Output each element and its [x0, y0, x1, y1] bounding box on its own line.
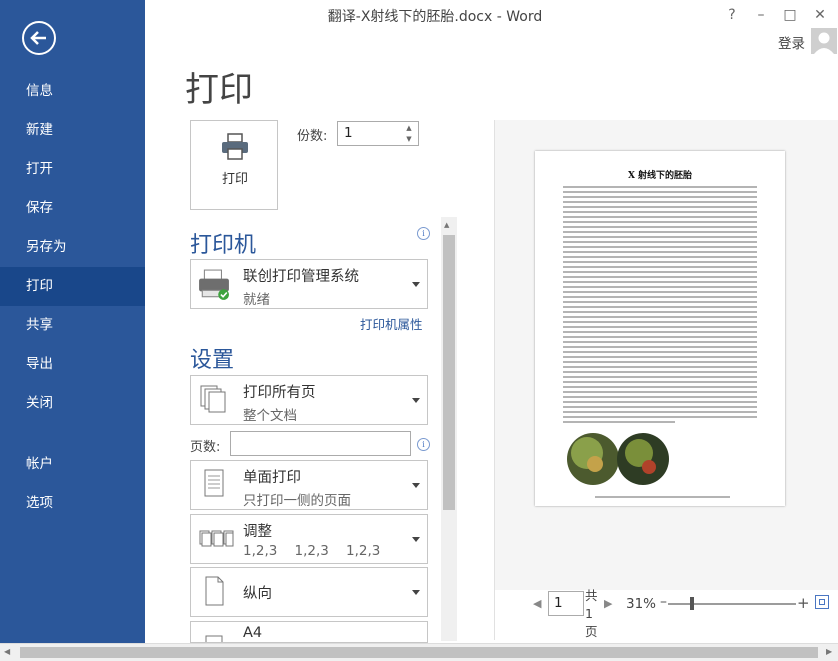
page-total: 共 1 页 [585, 588, 598, 639]
nav-open[interactable]: 打开 [0, 150, 145, 189]
paper-icon [205, 635, 223, 642]
arrow-left-icon [30, 31, 46, 45]
single-page-icon [204, 469, 224, 497]
nav-save[interactable]: 保存 [0, 189, 145, 228]
printer-status: 就绪 [243, 292, 270, 308]
scrollbar-thumb[interactable] [20, 647, 818, 658]
pages-label: 页数: [190, 440, 221, 455]
collate-title: 调整 [243, 524, 272, 540]
horizontal-scrollbar[interactable]: ◀ ▶ [0, 643, 838, 661]
print-button[interactable]: 打印 [190, 120, 278, 210]
zoom-slider[interactable] [668, 603, 796, 605]
spin-up-icon[interactable]: ▲ [403, 123, 415, 133]
scroll-left-icon[interactable]: ◀ [4, 647, 10, 656]
login-link[interactable]: 登录 [778, 32, 805, 52]
print-button-label: 打印 [221, 172, 248, 187]
page-number-input[interactable]: 1 [548, 591, 584, 616]
next-page-icon[interactable]: ▶ [604, 597, 612, 610]
nav-info[interactable]: 信息 [0, 72, 145, 111]
scroll-up-icon[interactable]: ▲ [444, 221, 449, 229]
nav-save-as[interactable]: 另存为 [0, 228, 145, 267]
pages-icon [200, 385, 226, 413]
scroll-right-icon[interactable]: ▶ [826, 647, 832, 656]
portrait-icon [205, 576, 224, 606]
chevron-down-icon [412, 483, 420, 488]
printer-dropdown[interactable]: 联创打印管理系统 就绪 [190, 259, 428, 309]
minimize-button[interactable]: – [749, 4, 773, 26]
paper-size-dropdown[interactable]: A4 [190, 621, 428, 643]
printer-device-icon [199, 269, 229, 300]
chevron-down-icon [412, 537, 420, 542]
zoom-level[interactable]: 31% [626, 596, 656, 612]
collate-subtitle: 1,2,3 1,2,3 1,2,3 [243, 543, 381, 559]
current-page: 1 [554, 595, 563, 611]
collate-icon [199, 530, 234, 547]
close-button[interactable]: ✕ [808, 4, 832, 26]
printer-name: 联创打印管理系统 [243, 269, 359, 285]
page-title: 打印 [185, 70, 253, 110]
copies-stepper[interactable]: 1 ▲ ▼ [337, 121, 419, 146]
printer-icon [222, 133, 248, 160]
maximize-button[interactable]: □ [778, 4, 802, 26]
copies-value[interactable]: 1 [344, 125, 353, 141]
nav-print[interactable]: 打印 [0, 267, 145, 306]
pages-input[interactable] [230, 431, 411, 456]
paper-size-title: A4 [243, 625, 263, 641]
scrollbar-thumb[interactable] [443, 235, 455, 510]
prev-page-icon[interactable]: ◀ [533, 597, 541, 610]
fit-page-icon[interactable] [815, 595, 829, 609]
avatar[interactable] [811, 28, 837, 54]
info-icon[interactable]: i [417, 227, 430, 240]
sides-subtitle: 只打印一侧的页面 [243, 493, 351, 509]
zoom-in-button[interactable]: + [797, 594, 810, 612]
zoom-slider-thumb[interactable] [690, 597, 694, 610]
collate-dropdown[interactable]: 调整 1,2,3 1,2,3 1,2,3 [190, 514, 428, 564]
zoom-out-button[interactable]: – [660, 594, 667, 610]
sides-title: 单面打印 [243, 470, 301, 486]
print-range-subtitle: 整个文档 [243, 408, 297, 424]
nav-options[interactable]: 选项 [0, 484, 145, 523]
copies-label: 份数: [297, 129, 328, 144]
nav-account[interactable]: 帐户 [0, 445, 145, 484]
preview-text-lines [563, 186, 757, 498]
printer-properties-link[interactable]: 打印机属性 [360, 314, 423, 333]
help-button[interactable]: ? [720, 4, 744, 26]
spin-down-icon[interactable]: ▼ [403, 134, 415, 144]
orientation-dropdown[interactable]: 纵向 [190, 567, 428, 617]
preview-page: X 射线下的胚胎 [535, 151, 785, 506]
chevron-down-icon [412, 282, 420, 287]
chevron-down-icon [412, 590, 420, 595]
nav-close[interactable]: 关闭 [0, 384, 145, 423]
info-icon[interactable]: i [417, 438, 430, 451]
user-icon [814, 32, 834, 54]
chevron-down-icon [412, 398, 420, 403]
printer-heading: 打印机 [190, 233, 257, 258]
sides-dropdown[interactable]: 单面打印 只打印一侧的页面 [190, 460, 428, 510]
window-title: 翻译-X射线下的胚胎.docx - Word [327, 9, 543, 25]
settings-heading: 设置 [190, 348, 235, 373]
nav-share[interactable]: 共享 [0, 306, 145, 345]
nav-export[interactable]: 导出 [0, 345, 145, 384]
back-button[interactable] [22, 21, 56, 55]
settings-scrollbar[interactable]: ▲ [441, 217, 457, 641]
print-range-dropdown[interactable]: 打印所有页 整个文档 [190, 375, 428, 425]
orientation-title: 纵向 [243, 586, 272, 602]
print-range-title: 打印所有页 [243, 385, 316, 401]
nav-new[interactable]: 新建 [0, 111, 145, 150]
backstage-sidebar: 信息 新建 打开 保存 另存为 打印 共享 导出 关闭 帐户 选项 [0, 0, 145, 643]
